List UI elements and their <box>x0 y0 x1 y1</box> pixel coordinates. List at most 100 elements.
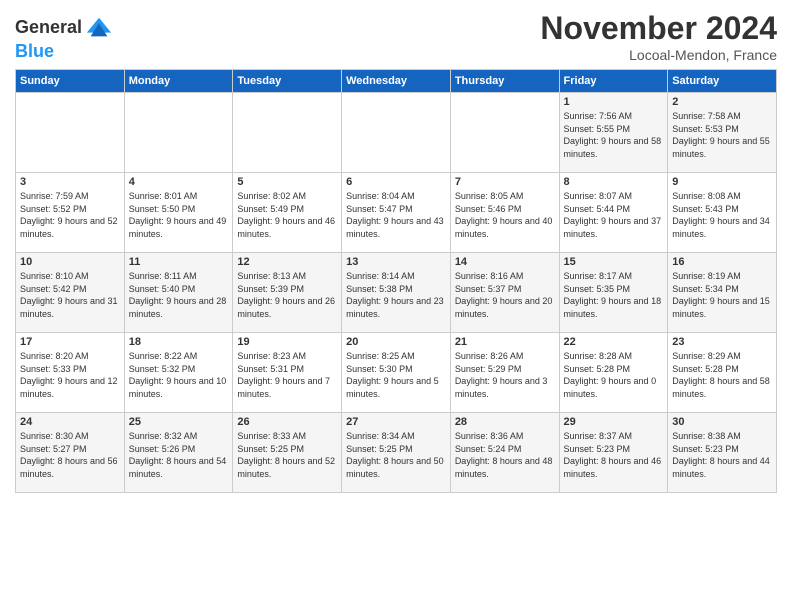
day-number: 19 <box>237 336 337 348</box>
cell-week3-day4: 14 Sunrise: 8:16 AM Sunset: 5:37 PM Dayli… <box>450 253 559 333</box>
cell-week3-day6: 16 Sunrise: 8:19 AM Sunset: 5:34 PM Dayli… <box>668 253 777 333</box>
day-info: Sunrise: 8:08 AM Sunset: 5:43 PM Dayligh… <box>672 190 772 240</box>
cell-week4-day4: 21 Sunrise: 8:26 AM Sunset: 5:29 PM Dayli… <box>450 333 559 413</box>
cell-week5-day1: 25Sunrise: 8:32 AM Sunset: 5:26 PM Dayli… <box>124 413 233 493</box>
cell-week5-day2: 26 Sunrise: 8:33 AM Sunset: 5:25 PM Dayli… <box>233 413 342 493</box>
day-number: 1 <box>564 96 664 108</box>
day-info: Sunrise: 8:07 AM Sunset: 5:44 PM Dayligh… <box>564 190 664 240</box>
day-number: 15 <box>564 256 664 268</box>
day-number: 2 <box>672 96 772 108</box>
header-row: SundayMondayTuesdayWednesdayThursdayFrid… <box>16 70 777 93</box>
cell-week1-day0 <box>16 93 125 173</box>
day-number: 13 <box>346 256 446 268</box>
day-header-thursday: Thursday <box>450 70 559 93</box>
day-number: 3 <box>20 176 120 188</box>
day-info: Sunrise: 8:28 AM Sunset: 5:28 PM Dayligh… <box>564 350 664 400</box>
day-info: Sunrise: 8:19 AM Sunset: 5:34 PM Dayligh… <box>672 270 772 320</box>
day-number: 9 <box>672 176 772 188</box>
cell-week1-day3 <box>342 93 451 173</box>
day-number: 23 <box>672 336 772 348</box>
cell-week2-day2: 5Sunrise: 8:02 AM Sunset: 5:49 PM Daylig… <box>233 173 342 253</box>
day-info: Sunrise: 8:20 AM Sunset: 5:33 PM Dayligh… <box>20 350 120 400</box>
day-info: Sunrise: 7:58 AM Sunset: 5:53 PM Dayligh… <box>672 110 772 160</box>
day-number: 27 <box>346 416 446 428</box>
day-header-monday: Monday <box>124 70 233 93</box>
cell-week1-day6: 2 Sunrise: 7:58 AM Sunset: 5:53 PM Daylig… <box>668 93 777 173</box>
cell-week4-day2: 19 Sunrise: 8:23 AM Sunset: 5:31 PM Dayli… <box>233 333 342 413</box>
day-number: 20 <box>346 336 446 348</box>
header: General Blue November 2024 Locoal-Mendon… <box>15 10 777 63</box>
day-info: Sunrise: 8:38 AM Sunset: 5:23 PM Dayligh… <box>672 430 772 480</box>
day-number: 10 <box>20 256 120 268</box>
day-number: 6 <box>346 176 446 188</box>
day-info: Sunrise: 8:33 AM Sunset: 5:25 PM Dayligh… <box>237 430 337 480</box>
day-number: 7 <box>455 176 555 188</box>
day-number: 29 <box>564 416 664 428</box>
day-number: 8 <box>564 176 664 188</box>
day-header-tuesday: Tuesday <box>233 70 342 93</box>
day-number: 22 <box>564 336 664 348</box>
day-number: 5 <box>237 176 337 188</box>
day-info: Sunrise: 8:23 AM Sunset: 5:31 PM Dayligh… <box>237 350 337 400</box>
day-header-friday: Friday <box>559 70 668 93</box>
cell-week2-day5: 8 Sunrise: 8:07 AM Sunset: 5:44 PM Daylig… <box>559 173 668 253</box>
location: Locoal-Mendon, France <box>540 47 777 63</box>
week-row-2: 3 Sunrise: 7:59 AM Sunset: 5:52 PM Daylig… <box>16 173 777 253</box>
cell-week2-day3: 6 Sunrise: 8:04 AM Sunset: 5:47 PM Daylig… <box>342 173 451 253</box>
cell-week2-day1: 4Sunrise: 8:01 AM Sunset: 5:50 PM Daylig… <box>124 173 233 253</box>
cell-week1-day4 <box>450 93 559 173</box>
day-number: 16 <box>672 256 772 268</box>
day-number: 26 <box>237 416 337 428</box>
day-info: Sunrise: 7:59 AM Sunset: 5:52 PM Dayligh… <box>20 190 120 240</box>
cell-week3-day0: 10Sunrise: 8:10 AM Sunset: 5:42 PM Dayli… <box>16 253 125 333</box>
day-info: Sunrise: 8:25 AM Sunset: 5:30 PM Dayligh… <box>346 350 446 400</box>
cell-week1-day2 <box>233 93 342 173</box>
cell-week2-day0: 3 Sunrise: 7:59 AM Sunset: 5:52 PM Daylig… <box>16 173 125 253</box>
day-number: 30 <box>672 416 772 428</box>
day-header-wednesday: Wednesday <box>342 70 451 93</box>
day-info: Sunrise: 8:04 AM Sunset: 5:47 PM Dayligh… <box>346 190 446 240</box>
day-info: Sunrise: 8:14 AM Sunset: 5:38 PM Dayligh… <box>346 270 446 320</box>
cell-week4-day3: 20 Sunrise: 8:25 AM Sunset: 5:30 PM Dayli… <box>342 333 451 413</box>
day-info: Sunrise: 8:13 AM Sunset: 5:39 PM Dayligh… <box>237 270 337 320</box>
day-info: Sunrise: 7:56 AM Sunset: 5:55 PM Dayligh… <box>564 110 664 160</box>
day-info: Sunrise: 8:34 AM Sunset: 5:25 PM Dayligh… <box>346 430 446 480</box>
day-info: Sunrise: 8:17 AM Sunset: 5:35 PM Dayligh… <box>564 270 664 320</box>
cell-week1-day5: 1 Sunrise: 7:56 AM Sunset: 5:55 PM Daylig… <box>559 93 668 173</box>
month-title: November 2024 <box>540 10 777 47</box>
day-number: 21 <box>455 336 555 348</box>
calendar-table: SundayMondayTuesdayWednesdayThursdayFrid… <box>15 69 777 493</box>
cell-week4-day0: 17Sunrise: 8:20 AM Sunset: 5:33 PM Dayli… <box>16 333 125 413</box>
day-number: 14 <box>455 256 555 268</box>
day-info: Sunrise: 8:16 AM Sunset: 5:37 PM Dayligh… <box>455 270 555 320</box>
day-info: Sunrise: 8:37 AM Sunset: 5:23 PM Dayligh… <box>564 430 664 480</box>
week-row-4: 17Sunrise: 8:20 AM Sunset: 5:33 PM Dayli… <box>16 333 777 413</box>
cell-week2-day6: 9 Sunrise: 8:08 AM Sunset: 5:43 PM Daylig… <box>668 173 777 253</box>
logo-text: General Blue <box>15 14 113 62</box>
cell-week5-day5: 29 Sunrise: 8:37 AM Sunset: 5:23 PM Dayli… <box>559 413 668 493</box>
cell-week5-day3: 27 Sunrise: 8:34 AM Sunset: 5:25 PM Dayli… <box>342 413 451 493</box>
cell-week3-day2: 12 Sunrise: 8:13 AM Sunset: 5:39 PM Dayli… <box>233 253 342 333</box>
day-number: 18 <box>129 336 229 348</box>
day-info: Sunrise: 8:05 AM Sunset: 5:46 PM Dayligh… <box>455 190 555 240</box>
week-row-5: 24Sunrise: 8:30 AM Sunset: 5:27 PM Dayli… <box>16 413 777 493</box>
title-block: November 2024 Locoal-Mendon, France <box>540 10 777 63</box>
day-info: Sunrise: 8:01 AM Sunset: 5:50 PM Dayligh… <box>129 190 229 240</box>
day-info: Sunrise: 8:30 AM Sunset: 5:27 PM Dayligh… <box>20 430 120 480</box>
day-number: 12 <box>237 256 337 268</box>
logo-icon <box>85 14 113 42</box>
cell-week5-day0: 24Sunrise: 8:30 AM Sunset: 5:27 PM Dayli… <box>16 413 125 493</box>
cell-week3-day3: 13 Sunrise: 8:14 AM Sunset: 5:38 PM Dayli… <box>342 253 451 333</box>
day-header-sunday: Sunday <box>16 70 125 93</box>
day-info: Sunrise: 8:11 AM Sunset: 5:40 PM Dayligh… <box>129 270 229 320</box>
week-row-3: 10Sunrise: 8:10 AM Sunset: 5:42 PM Dayli… <box>16 253 777 333</box>
main-container: General Blue November 2024 Locoal-Mendon… <box>0 0 792 498</box>
logo: General Blue <box>15 14 113 62</box>
week-row-1: 1 Sunrise: 7:56 AM Sunset: 5:55 PM Daylig… <box>16 93 777 173</box>
day-info: Sunrise: 8:36 AM Sunset: 5:24 PM Dayligh… <box>455 430 555 480</box>
cell-week5-day6: 30 Sunrise: 8:38 AM Sunset: 5:23 PM Dayli… <box>668 413 777 493</box>
day-info: Sunrise: 8:26 AM Sunset: 5:29 PM Dayligh… <box>455 350 555 400</box>
day-number: 28 <box>455 416 555 428</box>
cell-week3-day5: 15 Sunrise: 8:17 AM Sunset: 5:35 PM Dayli… <box>559 253 668 333</box>
cell-week5-day4: 28 Sunrise: 8:36 AM Sunset: 5:24 PM Dayli… <box>450 413 559 493</box>
